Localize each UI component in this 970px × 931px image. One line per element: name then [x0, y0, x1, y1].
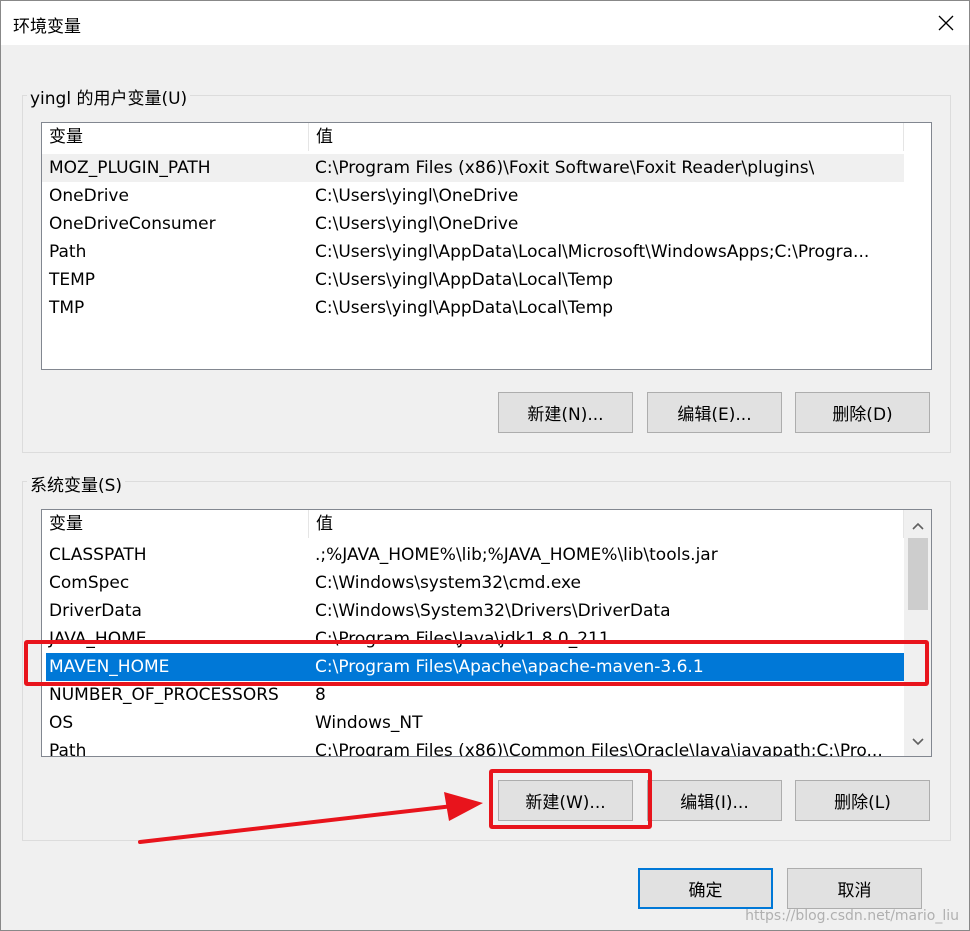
watermark-text: https://blog.csdn.net/mario_liu [745, 908, 959, 924]
annotation-arrow-icon [138, 792, 483, 844]
environment-variables-dialog: 环境变量 yingl 的用户变量(U) 变量 值 MOZ_PLUGIN_PATH… [0, 0, 970, 931]
